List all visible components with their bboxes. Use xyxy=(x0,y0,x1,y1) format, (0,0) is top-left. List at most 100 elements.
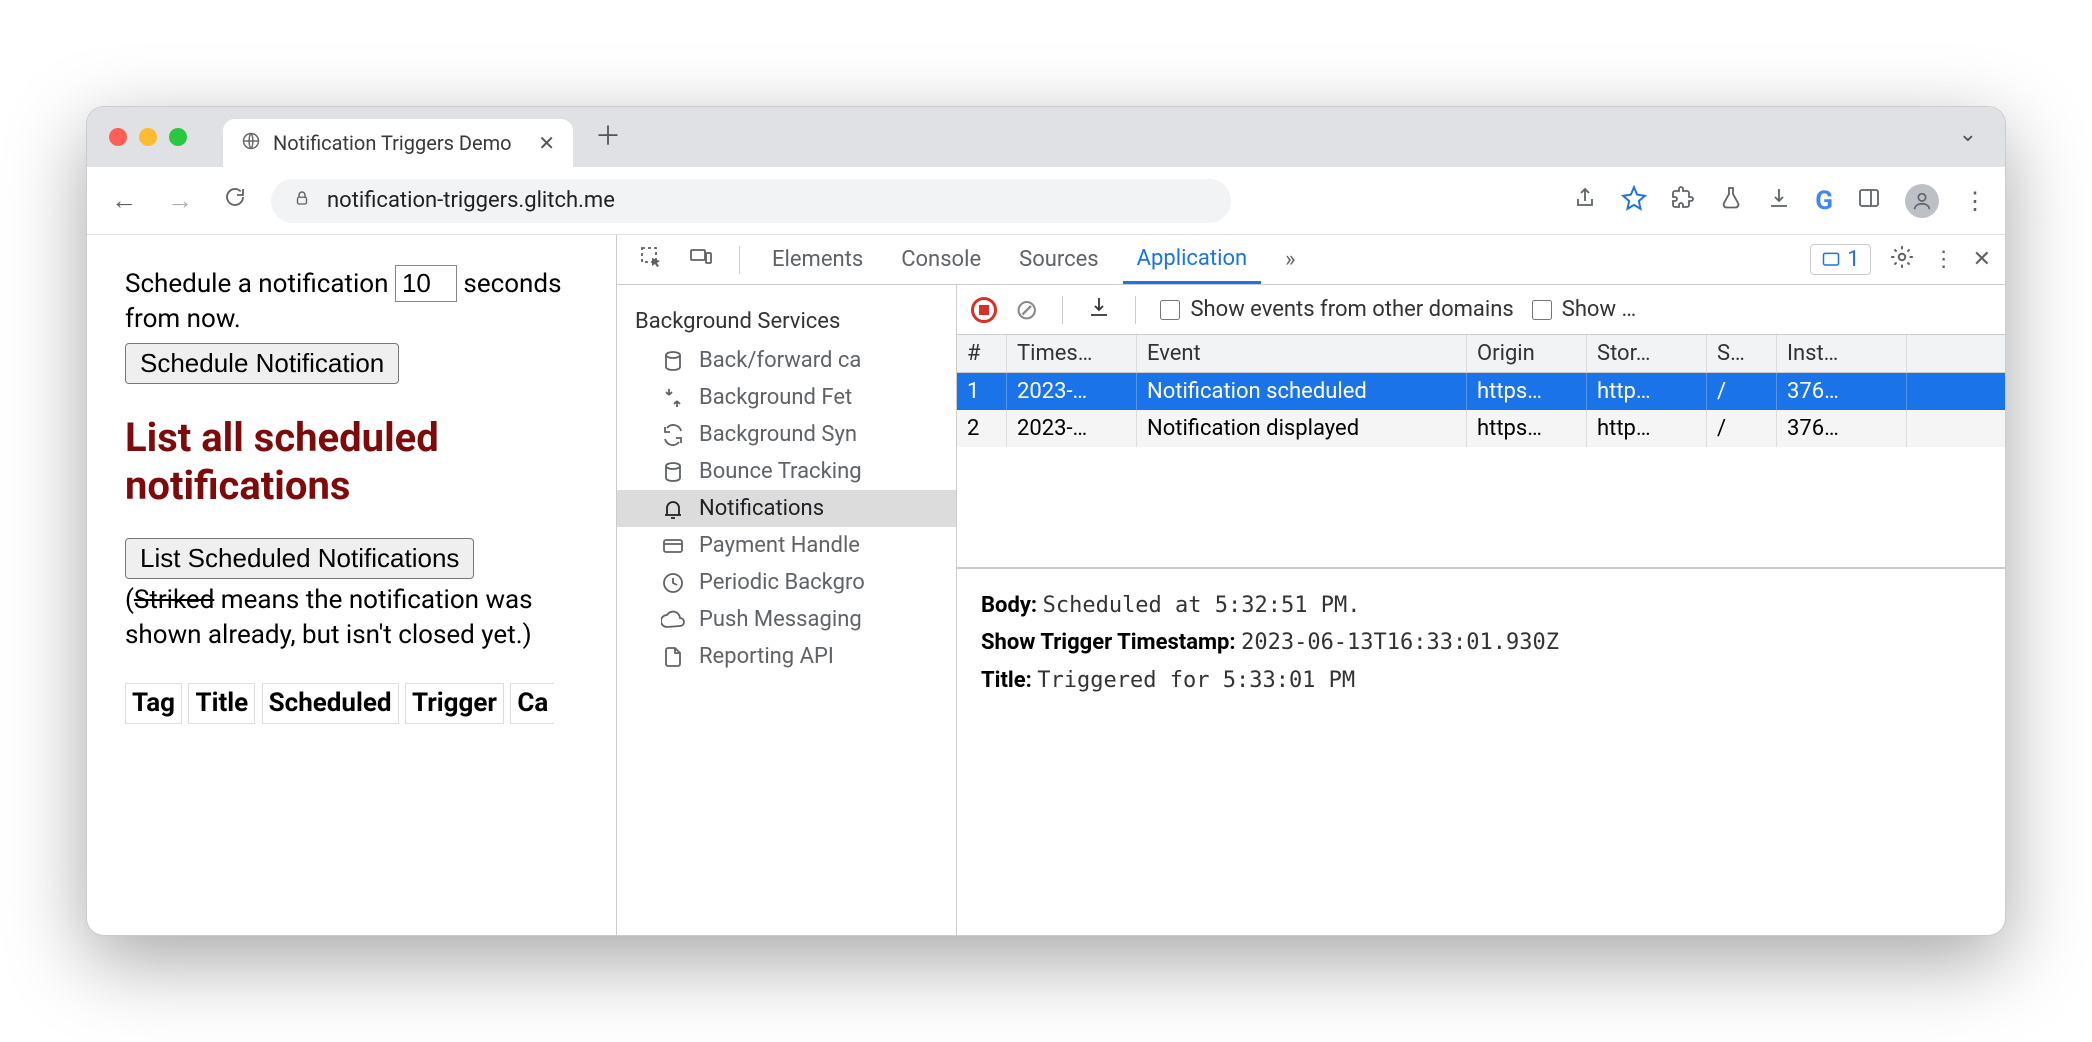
sidebar-item-background-fetch[interactable]: Background Fet xyxy=(617,379,956,416)
sidebar-item-reporting-api[interactable]: Reporting API xyxy=(617,638,956,675)
device-toolbar-icon[interactable] xyxy=(681,241,721,279)
sidebar-label: Bounce Tracking xyxy=(699,459,862,484)
col-instance[interactable]: Inst… xyxy=(1777,335,1907,372)
tabs-overflow-icon[interactable]: » xyxy=(1271,237,1309,282)
table-row[interactable]: 2 2023-… Notification displayed https… h… xyxy=(957,410,2005,447)
col-storage[interactable]: Stor… xyxy=(1587,335,1707,372)
cell: / xyxy=(1707,373,1777,410)
window-controls xyxy=(109,128,187,146)
col-s[interactable]: S… xyxy=(1707,335,1777,372)
tab-console[interactable]: Console xyxy=(887,237,995,282)
toolbar-right: G ⋮ xyxy=(1573,184,1987,218)
download-icon[interactable] xyxy=(1087,295,1111,325)
sidebar-item-bounce-tracking[interactable]: Bounce Tracking xyxy=(617,453,956,490)
url-text: notification-triggers.glitch.me xyxy=(327,188,615,213)
sidebar-label: Back/forward ca xyxy=(699,348,861,373)
events-table-head: # Times… Event Origin Stor… S… Inst… xyxy=(957,335,2005,373)
devtools-sidebar: Background Services Back/forward ca Back… xyxy=(617,285,957,935)
tab-application[interactable]: Application xyxy=(1123,236,1261,284)
col-num[interactable]: # xyxy=(957,335,1007,372)
close-window-button[interactable] xyxy=(109,128,127,146)
schedule-line: Schedule a notification seconds from now… xyxy=(125,265,578,337)
divider xyxy=(739,246,740,274)
bookmark-star-icon[interactable] xyxy=(1621,185,1647,217)
downloads-icon[interactable] xyxy=(1767,186,1791,216)
tab-sources[interactable]: Sources xyxy=(1005,237,1113,282)
cell: 2023-… xyxy=(1007,410,1137,447)
divider xyxy=(1135,296,1136,324)
browser-window: Notification Triggers Demo ✕ ＋ ⌄ ← → not… xyxy=(86,106,2006,936)
table-row[interactable]: 1 2023-… Notification scheduled https… h… xyxy=(957,373,2005,410)
note-text: (Striked means the notification was show… xyxy=(125,583,578,653)
schedule-notification-button[interactable]: Schedule Notification xyxy=(125,343,399,384)
issues-badge[interactable]: 1 xyxy=(1810,244,1870,275)
tabs-dropdown-icon[interactable]: ⌄ xyxy=(1959,122,1977,147)
profile-avatar[interactable] xyxy=(1905,184,1939,218)
sidebar-item-back-forward-cache[interactable]: Back/forward ca xyxy=(617,342,956,379)
back-button[interactable]: ← xyxy=(105,179,143,222)
reload-button[interactable] xyxy=(217,179,253,222)
sidebar-item-periodic-background[interactable]: Periodic Backgro xyxy=(617,564,956,601)
extensions-icon[interactable] xyxy=(1671,186,1695,216)
sidebar-item-push-messaging[interactable]: Push Messaging xyxy=(617,601,956,638)
detail-value: 2023-06-13T16:33:01.930Z xyxy=(1241,630,1559,655)
th-title: Title xyxy=(188,683,255,724)
page-heading: List all scheduled notifications xyxy=(125,414,578,510)
seconds-input[interactable] xyxy=(395,265,457,302)
forward-button[interactable]: → xyxy=(161,179,199,222)
sidebar-label: Push Messaging xyxy=(699,607,862,632)
page-content: Schedule a notification seconds from now… xyxy=(87,235,617,935)
detail-key: Body: xyxy=(981,593,1037,618)
checkbox-label: Show … xyxy=(1562,297,1636,322)
show-other-domains-checkbox[interactable]: Show events from other domains xyxy=(1160,297,1513,322)
cell: / xyxy=(1707,410,1777,447)
divider xyxy=(1062,296,1063,324)
th-cancel: Ca xyxy=(510,683,554,724)
detail-timestamp: Show Trigger Timestamp: 2023-06-13T16:33… xyxy=(981,624,1981,661)
col-event[interactable]: Event xyxy=(1137,335,1467,372)
sidebar-item-background-sync[interactable]: Background Syn xyxy=(617,416,956,453)
devtools-close-icon[interactable]: ✕ xyxy=(1973,247,1991,272)
devtools-menu-icon[interactable]: ⋮ xyxy=(1933,247,1955,272)
address-bar[interactable]: notification-triggers.glitch.me xyxy=(271,179,1231,223)
clear-icon[interactable]: ⊘ xyxy=(1015,293,1038,326)
globe-icon xyxy=(241,131,261,156)
event-detail: Body: Scheduled at 5:32:51 PM. Show Trig… xyxy=(957,568,2005,717)
toolbar: ← → notification-triggers.glitch.me G xyxy=(87,167,2005,235)
list-scheduled-button[interactable]: List Scheduled Notifications xyxy=(125,538,474,579)
tab-close-icon[interactable]: ✕ xyxy=(538,131,555,155)
table-spacer xyxy=(957,447,2005,567)
schedule-text-a: Schedule a notification xyxy=(125,269,395,299)
checkbox-input[interactable] xyxy=(1532,300,1552,320)
record-button[interactable] xyxy=(971,297,997,323)
cell: 1 xyxy=(957,373,1007,410)
main-area: Schedule a notification seconds from now… xyxy=(87,235,2005,935)
new-tab-button[interactable]: ＋ xyxy=(595,116,621,153)
maximize-window-button[interactable] xyxy=(169,128,187,146)
menu-icon[interactable]: ⋮ xyxy=(1963,187,1987,215)
labs-icon[interactable] xyxy=(1719,186,1743,216)
checkbox-input[interactable] xyxy=(1160,300,1180,320)
minimize-window-button[interactable] xyxy=(139,128,157,146)
col-timestamp[interactable]: Times… xyxy=(1007,335,1137,372)
col-origin[interactable]: Origin xyxy=(1467,335,1587,372)
events-toolbar: ⊘ Show events from other domains Show … xyxy=(957,285,2005,335)
cell: 376… xyxy=(1777,410,1907,447)
titlebar: Notification Triggers Demo ✕ ＋ ⌄ xyxy=(87,107,2005,167)
google-icon[interactable]: G xyxy=(1815,186,1833,216)
share-icon[interactable] xyxy=(1573,186,1597,216)
table-header-row: Tag Title Scheduled Trigger Ca xyxy=(125,683,578,724)
sidebar-label: Background Fet xyxy=(699,385,852,410)
sidebar-label: Reporting API xyxy=(699,644,834,669)
sidebar-item-payment-handler[interactable]: Payment Handle xyxy=(617,527,956,564)
show-more-checkbox[interactable]: Show … xyxy=(1532,297,1636,322)
sidebar-item-notifications[interactable]: Notifications xyxy=(617,490,956,527)
browser-tab[interactable]: Notification Triggers Demo ✕ xyxy=(223,119,573,167)
tab-elements[interactable]: Elements xyxy=(758,237,877,282)
inspect-element-icon[interactable] xyxy=(631,241,671,279)
detail-title: Title: Triggered for 5:33:01 PM xyxy=(981,662,1981,699)
note-strike: Striked xyxy=(134,585,214,615)
sidebar-label: Background Syn xyxy=(699,422,857,447)
side-panel-icon[interactable] xyxy=(1857,186,1881,216)
settings-gear-icon[interactable] xyxy=(1889,244,1915,276)
